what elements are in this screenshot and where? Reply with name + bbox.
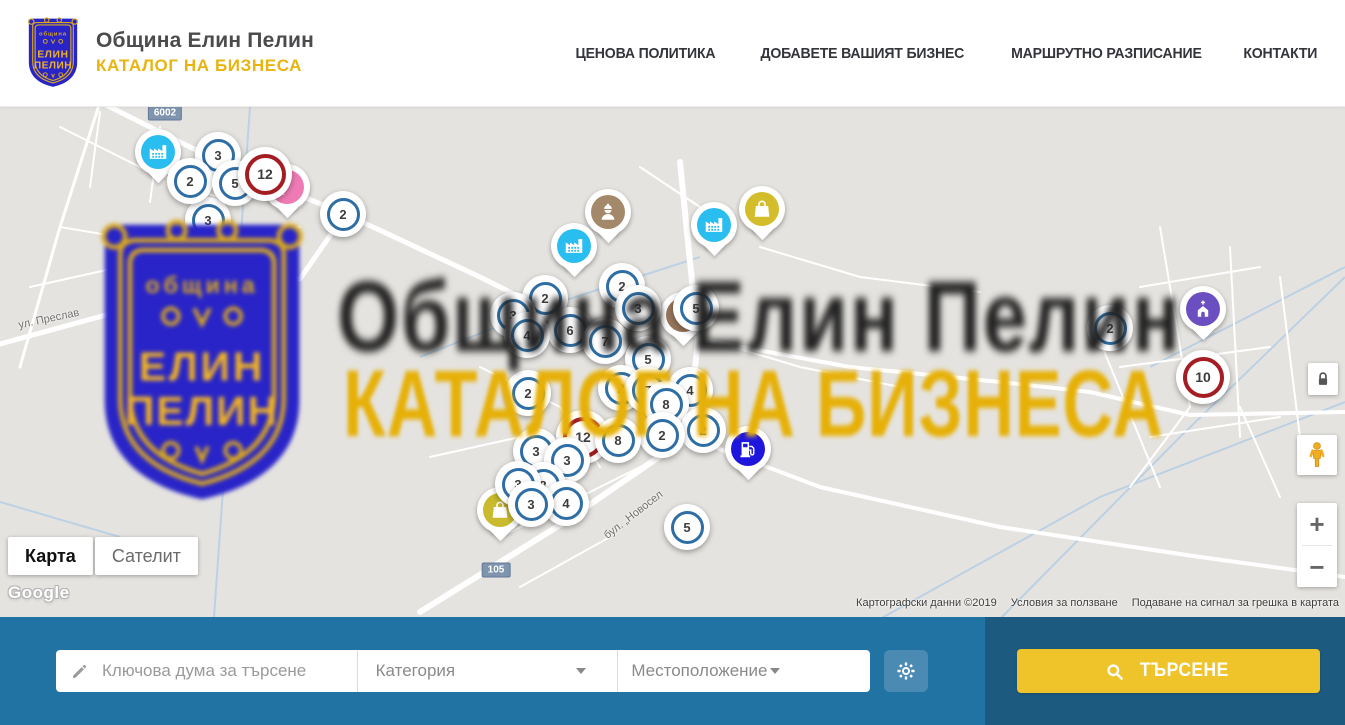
search-button[interactable]: ТЪРСЕНЕ xyxy=(1017,649,1320,693)
cluster-marker[interactable]: 2 xyxy=(680,407,726,453)
church-icon xyxy=(1186,292,1220,326)
svg-text:ЕЛИН: ЕЛИН xyxy=(37,49,68,60)
cluster-marker[interactable]: 3 xyxy=(508,481,554,527)
cluster-count: 2 xyxy=(687,414,720,447)
main-nav: ЦЕНОВА ПОЛИТИКА ДОБАВЕТЕ ВАШИЯТ БИЗНЕС М… xyxy=(571,0,1320,107)
cluster-count: 2 xyxy=(174,165,207,198)
cluster-marker[interactable]: 2 xyxy=(639,412,685,458)
pegman-icon xyxy=(1305,441,1329,469)
cluster-count: 4 xyxy=(550,487,583,520)
cluster-count: 2 xyxy=(327,198,360,231)
cluster-marker[interactable]: 5 xyxy=(673,285,719,331)
cluster-count: 2 xyxy=(1094,312,1127,345)
cluster-marker[interactable]: 7 xyxy=(582,318,628,364)
site-title: Община Елин Пелин xyxy=(96,29,314,53)
category-dropdown-label: Категория xyxy=(376,661,455,681)
nav-contacts[interactable]: КОНТАКТИ xyxy=(1244,45,1318,62)
attribution-copyright: Картографски данни ©2019 xyxy=(856,597,997,609)
worker-category-pin[interactable] xyxy=(585,189,631,235)
cluster-marker[interactable]: 10 xyxy=(1176,350,1230,404)
map-type-satellite-button[interactable]: Сателит xyxy=(95,537,198,575)
factory-icon xyxy=(697,208,731,242)
cluster-count: 8 xyxy=(602,424,635,457)
map-attribution: Картографски данни ©2019 Условия за полз… xyxy=(856,597,1339,609)
search-icon xyxy=(1105,662,1124,681)
factory-icon xyxy=(557,229,591,263)
category-dropdown[interactable]: Категория xyxy=(358,650,618,692)
factory-category-pin[interactable] xyxy=(691,202,737,248)
header: община ЕЛИН ПЕЛИН Община Елин Пелин КАТА… xyxy=(0,0,1345,107)
nav-route-schedule[interactable]: МАРШРУТНО РАЗПИСАНИЕ xyxy=(1011,45,1202,62)
cluster-marker[interactable]: 2 xyxy=(320,191,366,237)
google-logo[interactable]: Google xyxy=(8,583,70,603)
attribution-terms-link[interactable]: Условия за ползване xyxy=(1011,597,1118,609)
zoom-controls: + − xyxy=(1297,503,1337,587)
nav-pricing-policy[interactable]: ЦЕНОВА ПОЛИТИКА xyxy=(576,45,716,62)
cluster-count: 4 xyxy=(511,319,544,352)
markers-layer: 332512223235264751027428221283383435 xyxy=(0,107,1345,617)
cluster-count: 3 xyxy=(192,204,225,237)
pegman-button[interactable] xyxy=(1297,435,1337,475)
bag-icon xyxy=(745,192,779,226)
chevron-down-icon xyxy=(770,668,780,674)
advanced-settings-button[interactable] xyxy=(884,650,928,692)
zoom-out-button[interactable]: − xyxy=(1297,546,1337,588)
search-button-label: ТЪРСЕНЕ xyxy=(1140,660,1229,682)
cluster-marker[interactable]: 2 xyxy=(167,158,213,204)
nav-add-your-business[interactable]: ДОБАВЕТЕ ВАШИЯТ БИЗНЕС xyxy=(760,45,964,62)
search-bar: Категория Местоположение xyxy=(0,617,1345,725)
zoom-in-button[interactable]: + xyxy=(1297,503,1337,545)
map-type-map-button[interactable]: Карта xyxy=(8,537,93,575)
cluster-count: 5 xyxy=(680,292,713,325)
cluster-marker[interactable]: 12 xyxy=(238,147,292,201)
cluster-marker[interactable]: 8 xyxy=(595,417,641,463)
cluster-marker[interactable]: 2 xyxy=(505,370,551,416)
cluster-count: 3 xyxy=(515,488,548,521)
site-logo[interactable]: община ЕЛИН ПЕЛИН Община Елин Пелин КАТА… xyxy=(24,16,314,89)
map-type-controls: Карта Сателит xyxy=(8,537,198,575)
cluster-marker[interactable]: 5 xyxy=(664,504,710,550)
worker-icon xyxy=(591,195,625,229)
map-canvas[interactable]: 332512223235264751027428221283383435 общ… xyxy=(0,107,1345,617)
factory-icon xyxy=(141,135,175,169)
chevron-down-icon xyxy=(576,668,586,674)
keyword-field xyxy=(56,650,357,692)
location-dropdown-label: Местоположение xyxy=(631,661,767,681)
church-category-pin[interactable] xyxy=(1180,286,1226,332)
site-subtitle: КАТАЛОГ НА БИЗНЕСА xyxy=(96,56,314,76)
fuel-category-pin[interactable] xyxy=(725,426,771,472)
cluster-count: 2 xyxy=(512,377,545,410)
gear-icon xyxy=(895,660,917,682)
lock-icon xyxy=(1316,371,1330,387)
svg-text:община: община xyxy=(39,31,67,38)
fuel-icon xyxy=(731,432,765,466)
svg-text:ПЕЛИН: ПЕЛИН xyxy=(34,60,72,71)
location-dropdown[interactable]: Местоположение xyxy=(618,650,870,692)
municipality-shield-icon: община ЕЛИН ПЕЛИН xyxy=(24,16,82,89)
logo-text: Община Елин Пелин КАТАЛОГ НА БИЗНЕСА xyxy=(96,29,314,76)
cluster-marker[interactable]: 4 xyxy=(504,312,550,358)
cluster-marker[interactable]: 2 xyxy=(1087,305,1133,351)
cluster-count: 2 xyxy=(646,419,679,452)
cluster-count: 10 xyxy=(1183,357,1224,398)
cluster-count: 5 xyxy=(671,511,704,544)
page: община ЕЛИН ПЕЛИН Община Елин Пелин КАТА… xyxy=(0,0,1345,725)
search-fields: Категория Местоположение xyxy=(56,650,870,692)
pencil-icon xyxy=(70,662,89,681)
keyword-search-input[interactable] xyxy=(102,661,342,681)
attribution-report-link[interactable]: Подаване на сигнал за грешка в картата xyxy=(1132,597,1339,609)
cluster-count: 3 xyxy=(622,292,655,325)
factory-category-pin[interactable] xyxy=(551,223,597,269)
lock-control-button[interactable] xyxy=(1308,363,1338,395)
cluster-marker[interactable]: 3 xyxy=(615,285,661,331)
bag-category-pin[interactable] xyxy=(739,186,785,232)
cluster-count: 7 xyxy=(589,325,622,358)
cluster-count: 12 xyxy=(245,154,286,195)
